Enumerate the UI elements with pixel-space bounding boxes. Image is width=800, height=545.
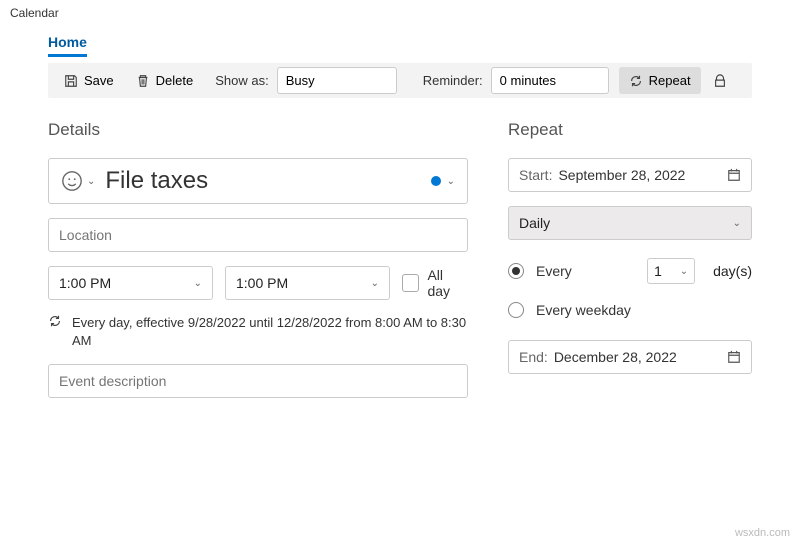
- interval-stepper[interactable]: 1 ⌄: [647, 258, 695, 284]
- smiley-icon: [61, 170, 83, 192]
- frequency-select[interactable]: Daily ⌄: [508, 206, 752, 240]
- save-icon: [64, 74, 78, 88]
- lock-icon: [713, 74, 727, 88]
- toolbar: Save Delete Show as: Reminder: Repeat: [48, 63, 752, 98]
- days-suffix: day(s): [713, 263, 752, 279]
- event-title-row: ⌄ ⌄: [48, 158, 468, 204]
- emoji-picker-button[interactable]: ⌄: [61, 170, 95, 192]
- repeat-panel: Repeat Start: September 28, 2022 Daily ⌄…: [508, 120, 752, 398]
- save-label: Save: [84, 73, 114, 88]
- tab-home[interactable]: Home: [48, 34, 87, 57]
- details-panel: Details ⌄ ⌄ 1:00 PM ⌄ 1:00 PM: [48, 120, 468, 398]
- allday-label: All day: [427, 267, 468, 299]
- repeat-start-field[interactable]: Start: September 28, 2022: [508, 158, 752, 192]
- showas-label: Show as:: [205, 73, 274, 88]
- every-n-days-row: Every 1 ⌄ day(s): [508, 258, 752, 284]
- repeat-start-label: Start:: [519, 167, 552, 183]
- description-input[interactable]: [48, 364, 468, 398]
- repeat-icon: [48, 314, 62, 328]
- repeat-end-value: December 28, 2022: [554, 349, 727, 365]
- chevron-down-icon: ⌄: [733, 218, 741, 229]
- end-time-select[interactable]: 1:00 PM ⌄: [225, 266, 390, 300]
- allday-checkbox[interactable]: [402, 274, 419, 292]
- delete-label: Delete: [156, 73, 194, 88]
- frequency-value: Daily: [519, 215, 550, 231]
- category-button[interactable]: ⌄: [431, 176, 455, 187]
- repeat-heading: Repeat: [508, 120, 752, 140]
- save-button[interactable]: Save: [54, 67, 124, 94]
- chevron-down-icon: ⌄: [680, 266, 688, 277]
- chevron-down-icon: ⌄: [194, 278, 202, 289]
- chevron-down-icon: ⌄: [447, 176, 455, 187]
- every-label: Every: [536, 263, 572, 279]
- private-button[interactable]: [703, 68, 737, 94]
- repeat-button[interactable]: Repeat: [619, 67, 701, 94]
- chevron-down-icon: ⌄: [371, 278, 379, 289]
- location-input[interactable]: [48, 218, 468, 252]
- watermark: wsxdn.com: [735, 527, 790, 539]
- every-radio[interactable]: [508, 263, 524, 279]
- trash-icon: [136, 74, 150, 88]
- interval-value: 1: [654, 263, 662, 279]
- details-heading: Details: [48, 120, 468, 140]
- repeat-label: Repeat: [649, 73, 691, 88]
- start-time-select[interactable]: 1:00 PM ⌄: [48, 266, 213, 300]
- showas-select[interactable]: [277, 67, 397, 94]
- chevron-down-icon: ⌄: [87, 176, 95, 187]
- delete-button[interactable]: Delete: [126, 67, 204, 94]
- weekday-radio[interactable]: [508, 302, 524, 318]
- tab-bar: Home: [0, 26, 800, 57]
- every-weekday-row: Every weekday: [508, 302, 752, 318]
- repeat-icon: [629, 74, 643, 88]
- recurrence-summary: Every day, effective 9/28/2022 until 12/…: [48, 314, 468, 350]
- recurrence-text: Every day, effective 9/28/2022 until 12/…: [72, 314, 468, 350]
- start-time-value: 1:00 PM: [59, 275, 111, 291]
- repeat-end-field[interactable]: End: December 28, 2022: [508, 340, 752, 374]
- reminder-select[interactable]: [491, 67, 609, 94]
- time-row: 1:00 PM ⌄ 1:00 PM ⌄ All day: [48, 266, 468, 300]
- reminder-label: Reminder:: [413, 73, 489, 88]
- event-title-input[interactable]: [105, 167, 420, 195]
- app-title: Calendar: [0, 0, 800, 26]
- calendar-icon: [727, 350, 741, 364]
- repeat-end-label: End:: [519, 349, 548, 365]
- end-time-value: 1:00 PM: [236, 275, 288, 291]
- weekday-label: Every weekday: [536, 302, 631, 318]
- category-dot-icon: [431, 176, 441, 186]
- repeat-start-value: September 28, 2022: [558, 167, 727, 183]
- calendar-icon: [727, 168, 741, 182]
